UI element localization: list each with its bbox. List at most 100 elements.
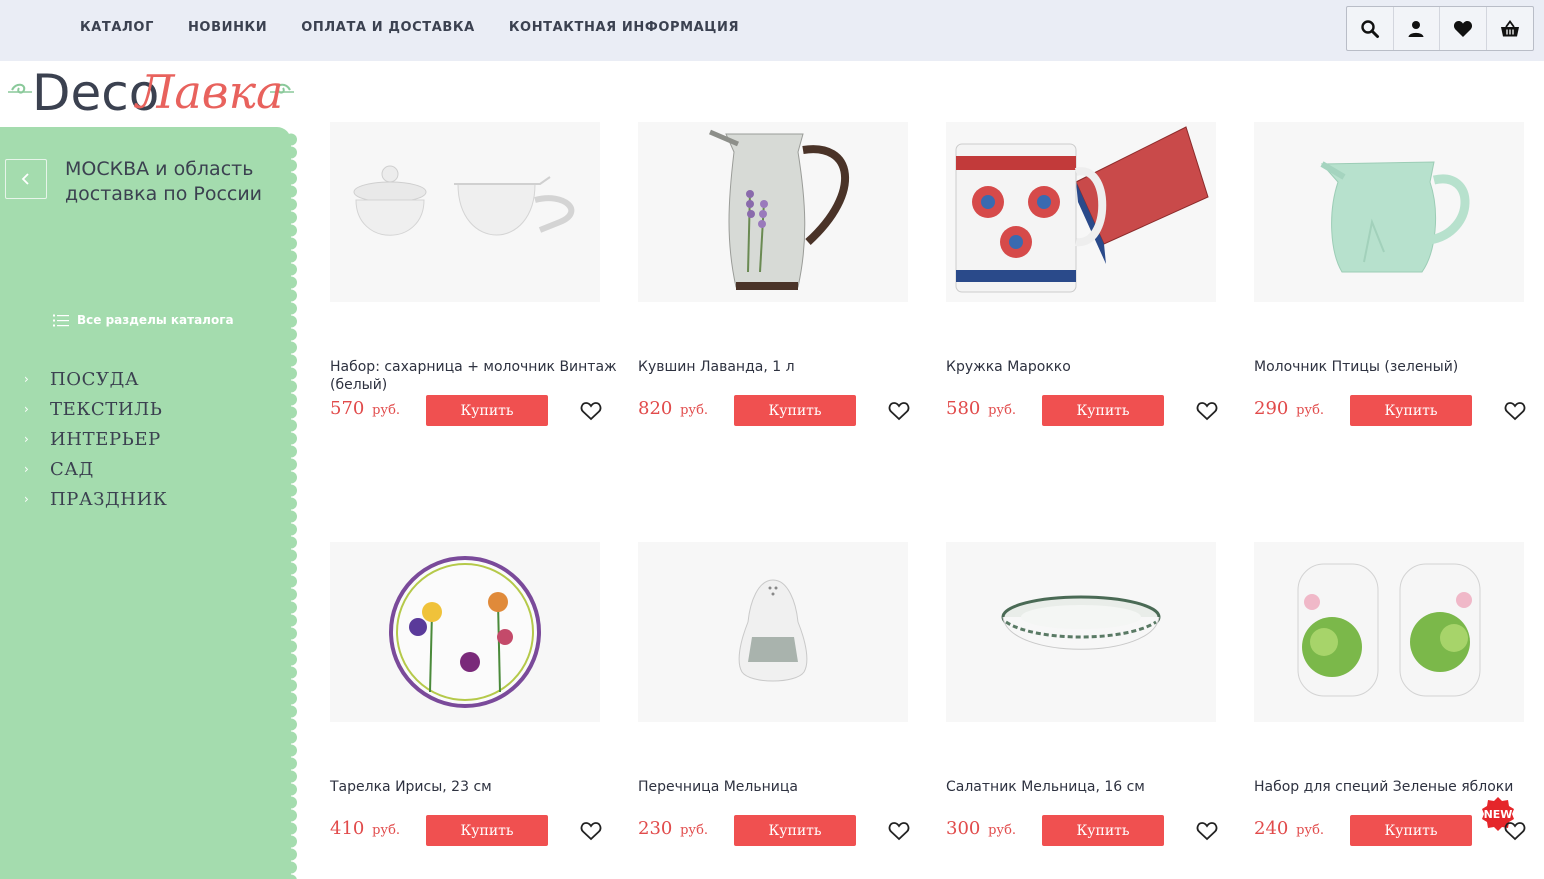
nav-payment-delivery[interactable]: ОПЛАТА И ДОСТАВКА xyxy=(301,20,475,35)
iris-plate-image xyxy=(389,556,541,708)
heart-outline-icon[interactable] xyxy=(1196,401,1218,421)
basket-button[interactable] xyxy=(1487,7,1533,50)
product-name[interactable]: Тарелка Ирисы, 23 см xyxy=(330,778,630,796)
chevron-right-icon: › xyxy=(24,492,29,506)
lavender-jug-image xyxy=(709,129,849,290)
buy-button[interactable]: Купить xyxy=(734,395,856,426)
top-bar: КАТАЛОГ НОВИНКИ ОПЛАТА И ДОСТАВКА КОНТАК… xyxy=(0,0,1544,61)
product-card: Молочник Птицы (зеленый) 290 руб. Купить xyxy=(1254,122,1544,442)
product-name[interactable]: Набор: сахарница + молочник Винтаж (белы… xyxy=(330,358,630,394)
product-image[interactable] xyxy=(1254,122,1524,302)
buy-button[interactable]: Купить xyxy=(1042,815,1164,846)
product-image[interactable] xyxy=(330,542,600,722)
product-card: Набор для специй Зеленые яблоки 240 руб.… xyxy=(1254,542,1544,862)
product-name[interactable]: Перечница Мельница xyxy=(638,778,938,796)
product-price: 290 руб. xyxy=(1254,398,1325,419)
category-item-holiday[interactable]: › ПРАЗДНИК xyxy=(24,484,167,514)
product-price: 240 руб. xyxy=(1254,818,1325,839)
product-name[interactable]: Салатник Мельница, 16 см xyxy=(946,778,1246,796)
buy-button[interactable]: Купить xyxy=(1350,395,1472,426)
all-catalog-sections-label: Все разделы каталога xyxy=(77,313,234,327)
sugar-bowl-and-creamer-image xyxy=(353,165,575,236)
buy-button[interactable]: Купить xyxy=(1350,815,1472,846)
region-line-1: МОСКВА и область xyxy=(65,158,254,180)
chevron-right-icon: › xyxy=(24,432,29,446)
all-catalog-sections-link[interactable]: Все разделы каталога xyxy=(53,313,234,327)
category-label: ПОСУДА xyxy=(50,368,140,390)
green-apples-spice-set-image xyxy=(1297,563,1481,697)
product-price: 570 руб. xyxy=(330,398,401,419)
region-line-2: доставка по России xyxy=(65,183,263,205)
product-image[interactable] xyxy=(638,122,908,302)
product-card: Набор: сахарница + молочник Винтаж (белы… xyxy=(330,122,630,442)
new-badge-label: NEW xyxy=(1484,808,1513,821)
header-icon-bar xyxy=(1346,6,1534,51)
chevron-left-icon xyxy=(21,173,29,185)
buy-button[interactable]: Купить xyxy=(734,815,856,846)
product-price: 230 руб. xyxy=(638,818,709,839)
product-card: Перечница Мельница 230 руб. Купить xyxy=(638,542,938,862)
search-icon xyxy=(1361,19,1379,38)
salad-bowl-image xyxy=(1001,595,1161,650)
morocco-mug-image xyxy=(955,126,1209,293)
category-label: ИНТЕРЬЕР xyxy=(50,428,161,450)
green-creamer-image xyxy=(1320,161,1470,273)
product-name[interactable]: Кружка Марокко xyxy=(946,358,1246,376)
chevron-right-icon: › xyxy=(24,462,29,476)
product-image[interactable] xyxy=(1254,542,1524,722)
list-icon xyxy=(53,314,69,326)
sidebar-scallop-edge xyxy=(285,133,297,879)
heart-outline-icon[interactable] xyxy=(1196,821,1218,841)
product-price: 580 руб. xyxy=(946,398,1017,419)
main-nav: КАТАЛОГ НОВИНКИ ОПЛАТА И ДОСТАВКА КОНТАК… xyxy=(80,20,739,35)
product-card: Кувшин Лаванда, 1 л 820 руб. Купить xyxy=(638,122,938,442)
product-price: 300 руб. xyxy=(946,818,1017,839)
site-logo[interactable]: Deco Лавка xyxy=(8,62,298,122)
heart-outline-icon[interactable] xyxy=(888,401,910,421)
product-image[interactable] xyxy=(946,122,1216,302)
product-image[interactable] xyxy=(946,542,1216,722)
product-card: Салатник Мельница, 16 см 300 руб. Купить xyxy=(946,542,1246,862)
buy-button[interactable]: Купить xyxy=(426,395,548,426)
delivery-region: МОСКВА и область доставка по России xyxy=(65,157,275,207)
buy-button[interactable]: Купить xyxy=(426,815,548,846)
product-card: Кружка Марокко 580 руб. Купить xyxy=(946,122,1246,442)
sidebar: МОСКВА и область доставка по России Все … xyxy=(0,127,297,879)
product-price: 820 руб. xyxy=(638,398,709,419)
heart-outline-icon[interactable] xyxy=(1504,401,1526,421)
chevron-right-icon: › xyxy=(24,402,29,416)
category-item-interior[interactable]: › ИНТЕРЬЕР xyxy=(24,424,167,454)
category-label: ТЕКСТИЛЬ xyxy=(50,398,163,420)
heart-outline-icon[interactable] xyxy=(888,821,910,841)
product-image[interactable] xyxy=(638,542,908,722)
logo-image: Deco Лавка xyxy=(8,64,294,122)
category-label: ПРАЗДНИК xyxy=(50,488,168,510)
heart-outline-icon[interactable] xyxy=(1504,821,1526,841)
nav-catalog[interactable]: КАТАЛОГ xyxy=(80,20,154,35)
pepper-shaker-image xyxy=(738,579,808,682)
heart-outline-icon[interactable] xyxy=(580,821,602,841)
wishlist-button[interactable] xyxy=(1440,7,1487,50)
nav-contacts[interactable]: КОНТАКТНАЯ ИНФОРМАЦИЯ xyxy=(509,20,739,35)
product-name[interactable]: Кувшин Лаванда, 1 л xyxy=(638,358,938,376)
nav-new[interactable]: НОВИНКИ xyxy=(188,20,267,35)
user-icon xyxy=(1408,20,1424,37)
product-image[interactable] xyxy=(330,122,600,302)
chevron-right-icon: › xyxy=(24,372,29,386)
product-name[interactable]: Набор для специй Зеленые яблоки xyxy=(1254,778,1544,796)
account-button[interactable] xyxy=(1394,7,1440,50)
basket-icon xyxy=(1500,19,1519,36)
search-button[interactable] xyxy=(1347,7,1394,50)
category-item-textile[interactable]: › ТЕКСТИЛЬ xyxy=(24,394,167,424)
category-list: › ПОСУДА › ТЕКСТИЛЬ › ИНТЕРЬЕР › САД › ПРАЗДН… xyxy=(24,364,167,514)
category-item-posuda[interactable]: › ПОСУДА xyxy=(24,364,167,394)
heart-outline-icon[interactable] xyxy=(580,401,602,421)
product-name[interactable]: Молочник Птицы (зеленый) xyxy=(1254,358,1544,376)
sidebar-back-button[interactable] xyxy=(5,159,47,199)
product-card: Тарелка Ирисы, 23 см 410 руб. Купить xyxy=(330,542,630,862)
heart-icon xyxy=(1453,20,1472,37)
product-price: 410 руб. xyxy=(330,818,401,839)
buy-button[interactable]: Купить xyxy=(1042,395,1164,426)
category-label: САД xyxy=(50,458,94,480)
category-item-garden[interactable]: › САД xyxy=(24,454,167,484)
